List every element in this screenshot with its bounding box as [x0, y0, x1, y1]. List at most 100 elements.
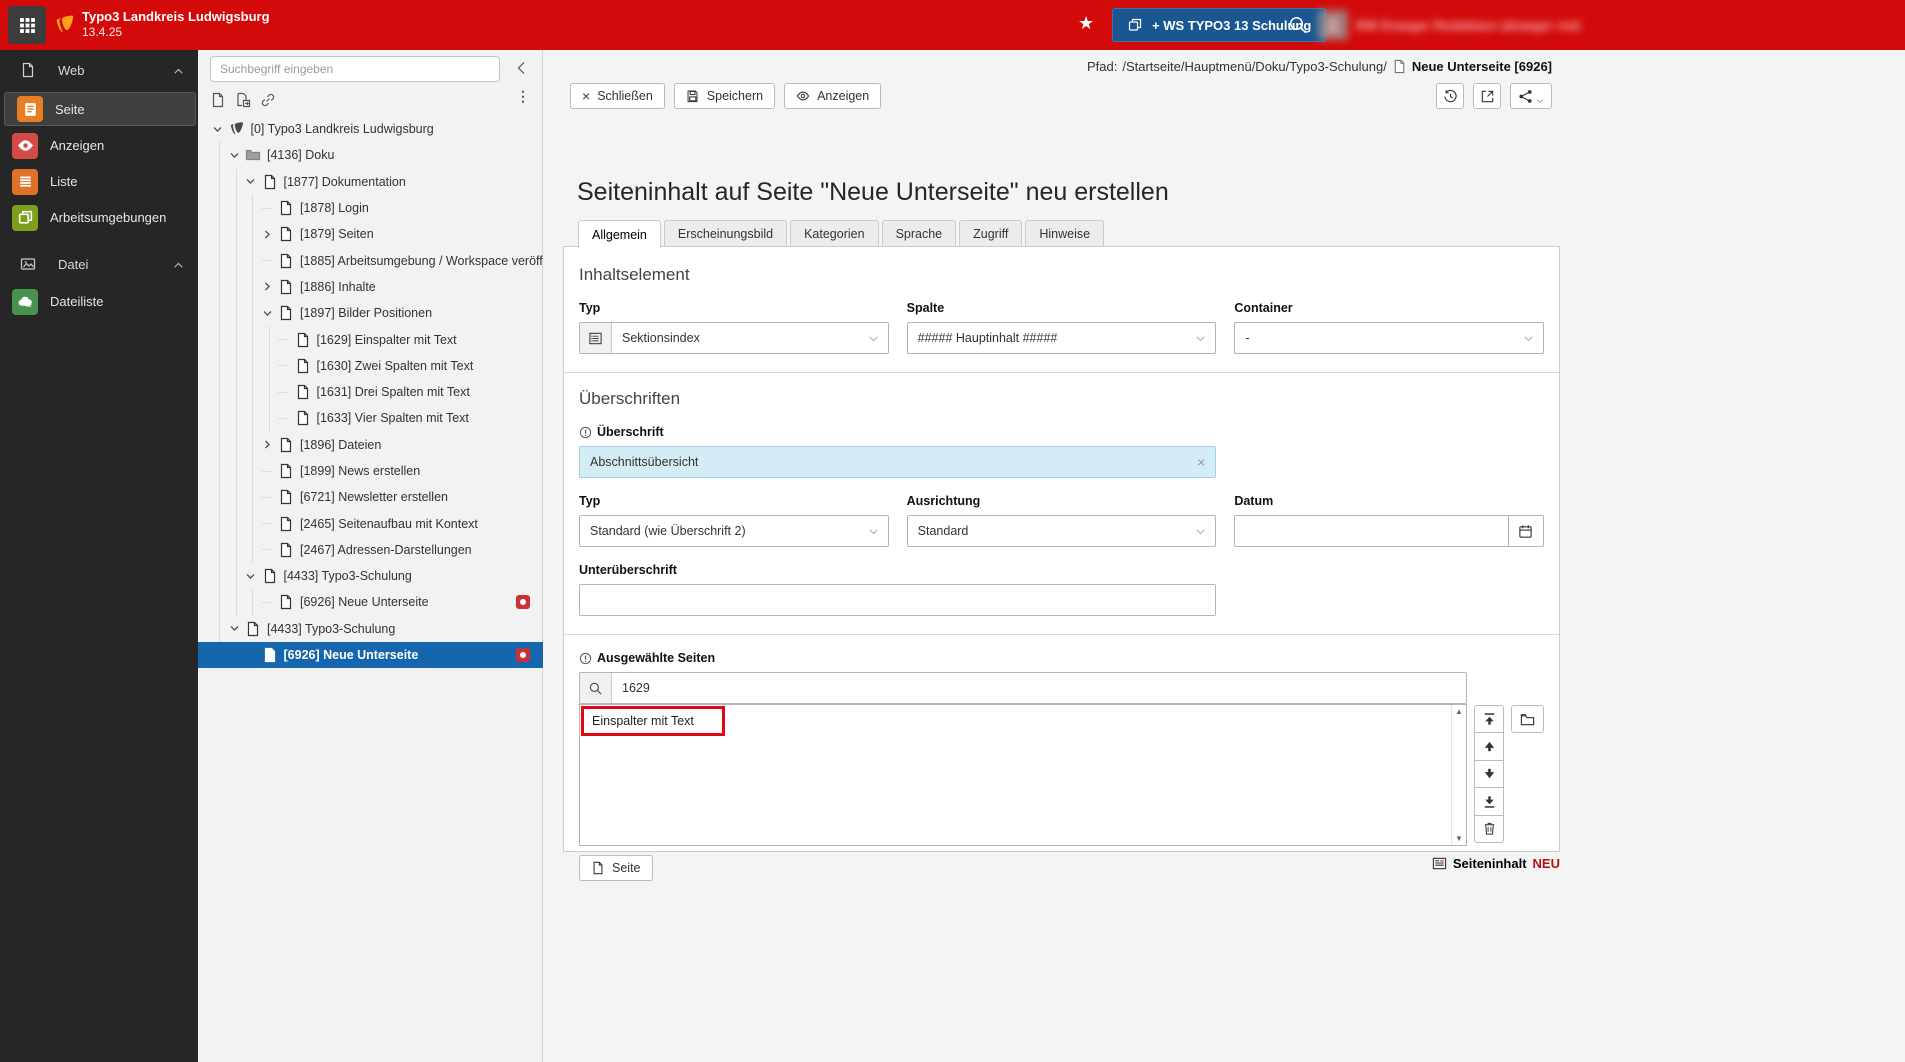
info-icon [579, 426, 592, 439]
page-icon [262, 174, 278, 190]
tree-guide [212, 326, 229, 353]
share-button[interactable] [1510, 83, 1552, 109]
expander-down-icon[interactable] [229, 621, 246, 637]
form-tabs: Allgemein Erscheinungsbild Kategorien Sprac… [578, 220, 1105, 248]
module-group-web[interactable]: Web [0, 50, 198, 90]
expander-right-icon[interactable] [262, 226, 279, 242]
sidebar-item-liste[interactable]: Liste [0, 164, 198, 199]
tree-row[interactable]: [1629] Einspalter mit Text [198, 326, 543, 353]
link-icon[interactable] [260, 92, 276, 108]
scroll-up-icon[interactable]: ▲ [1455, 707, 1463, 716]
move-down-button[interactable] [1474, 759, 1504, 789]
browse-records-button[interactable] [1511, 705, 1544, 733]
tree-row[interactable]: [1897] Bilder Positionen [198, 300, 543, 327]
tree-guide [261, 378, 278, 406]
tree-row[interactable]: [2465] Seitenaufbau mit Kontext [198, 510, 543, 537]
expander-down-icon[interactable] [262, 305, 279, 321]
history-button[interactable] [1436, 83, 1464, 109]
tree-row[interactable]: [1886] Inhalte [198, 273, 543, 301]
close-button[interactable]: × Schließen [570, 83, 665, 109]
tree-row[interactable]: [1896] Dateien [198, 431, 543, 458]
tree-row[interactable]: [1631] Drei Spalten mit Text [198, 378, 543, 406]
expander-right-icon[interactable] [262, 279, 279, 295]
heading-typ-select[interactable]: Standard (wie Überschrift 2) [579, 515, 889, 547]
new-page-clipboard-icon[interactable] [235, 92, 251, 108]
unterueberschrift-input[interactable] [579, 584, 1217, 616]
tab-hinweise[interactable]: Hinweise [1025, 220, 1105, 247]
search-icon[interactable] [1288, 15, 1308, 35]
save-button[interactable]: Speichern [673, 83, 776, 109]
container-select[interactable]: - [1234, 322, 1544, 354]
tree-guide [245, 536, 262, 564]
tree-row[interactable]: [4136] Doku [198, 142, 543, 169]
move-to-top-button[interactable] [1474, 705, 1504, 734]
collapse-tree-icon[interactable] [514, 60, 530, 76]
tree-row[interactable]: [0] Typo3 Landkreis Ludwigsburg [198, 116, 543, 142]
tree-row[interactable]: [1878] Login [198, 194, 543, 222]
datum-input[interactable] [1234, 515, 1509, 547]
module-grid-button[interactable] [8, 6, 46, 44]
bookmark-star-icon[interactable]: ★ [1078, 13, 1094, 34]
tree-row[interactable]: [1630] Zwei Spalten mit Text [198, 352, 543, 379]
ausrichtung-select[interactable]: Standard [906, 515, 1217, 547]
tree-row[interactable]: [6926] Neue Unterseite [198, 641, 543, 669]
ausrichtung-label: Ausrichtung [906, 494, 981, 508]
tree-guide [245, 300, 262, 327]
tree-guide [245, 326, 262, 353]
expander-down-icon[interactable] [245, 568, 262, 584]
sidebar-item-seite[interactable]: Seite [4, 92, 196, 126]
tree-guide [228, 536, 245, 564]
tab-sprache[interactable]: Sprache [881, 220, 957, 247]
expander-down-icon[interactable] [212, 121, 229, 137]
tree-row[interactable]: [6926] Neue Unterseite [198, 589, 543, 616]
sidebar-item-anzeigen[interactable]: Anzeigen [0, 128, 198, 163]
path-value[interactable]: /Startseite/Hauptmenü/Doku/Typo3-Schulun… [1122, 59, 1386, 74]
datepicker-button[interactable] [1508, 515, 1544, 547]
tree-row[interactable]: [6721] Newsletter erstellen [198, 484, 543, 511]
tree-row[interactable]: [1885] Arbeitsumgebung / Workspace veröf… [198, 247, 553, 274]
container-label: Container [1234, 301, 1293, 315]
move-to-bottom-button[interactable] [1474, 787, 1504, 816]
save-icon [686, 89, 700, 103]
listbox-scrollbar[interactable]: ▲ ▼ [1451, 705, 1466, 845]
new-page-icon[interactable] [210, 92, 226, 108]
clear-field-icon[interactable]: × [1187, 454, 1215, 470]
view-button[interactable]: Anzeigen [784, 83, 882, 109]
tree-row[interactable]: [4433] Typo3-Schulung [198, 615, 543, 642]
listbox-item[interactable]: Einspalter mit Text [581, 706, 725, 736]
tab-kategorien[interactable]: Kategorien [790, 220, 879, 247]
move-up-button[interactable] [1474, 732, 1504, 761]
expander-down-icon[interactable] [229, 147, 246, 163]
ueberschrift-label: Überschrift [579, 425, 1544, 439]
tree-row[interactable]: [1879] Seiten [198, 221, 543, 248]
tree-guide [228, 589, 245, 616]
tree-search-input[interactable] [210, 56, 500, 82]
tab-allgemein[interactable]: Allgemein [578, 220, 661, 248]
sidebar-item-arbeitsumgebungen[interactable]: Arbeitsumgebungen [0, 200, 198, 235]
tree-row[interactable]: [4433] Typo3-Schulung [198, 563, 543, 590]
add-page-button[interactable]: Seite [579, 855, 653, 881]
selected-pages-listbox[interactable]: Einspalter mit Text ▲ ▼ [579, 704, 1467, 846]
open-in-window-button[interactable] [1473, 83, 1501, 109]
tree-row[interactable]: [1877] Dokumentation [198, 168, 543, 195]
kebab-menu-icon[interactable]: ⋮ [516, 88, 530, 105]
tree-row[interactable]: [1899] News erstellen [198, 457, 543, 485]
tab-erscheinungsbild[interactable]: Erscheinungsbild [663, 220, 788, 247]
tab-zugriff[interactable]: Zugriff [959, 220, 1023, 247]
scroll-down-icon[interactable]: ▼ [1455, 834, 1463, 843]
page-icon [278, 253, 294, 269]
expander-down-icon[interactable] [245, 174, 262, 190]
delete-button[interactable] [1474, 814, 1504, 843]
module-group-datei[interactable]: Datei [0, 244, 198, 284]
chevron-down-icon [1536, 92, 1544, 103]
tree-row[interactable]: [2467] Adressen-Darstellungen [198, 536, 543, 564]
ueberschrift-input[interactable] [580, 455, 1188, 469]
user-menu[interactable]: RW Draeger Redakteur (draeger redakteur) [1318, 10, 1581, 40]
typ-select[interactable]: Sektionsindex [579, 322, 889, 354]
sidebar-item-dateiliste[interactable]: Dateiliste [0, 284, 198, 319]
typo3-logo-icon [54, 13, 76, 37]
expander-right-icon[interactable] [262, 437, 279, 453]
tree-row[interactable]: [1633] Vier Spalten mit Text [198, 405, 543, 432]
spalte-select[interactable]: ##### Hauptinhalt ##### [906, 322, 1217, 354]
pages-search-input[interactable] [612, 673, 1466, 703]
